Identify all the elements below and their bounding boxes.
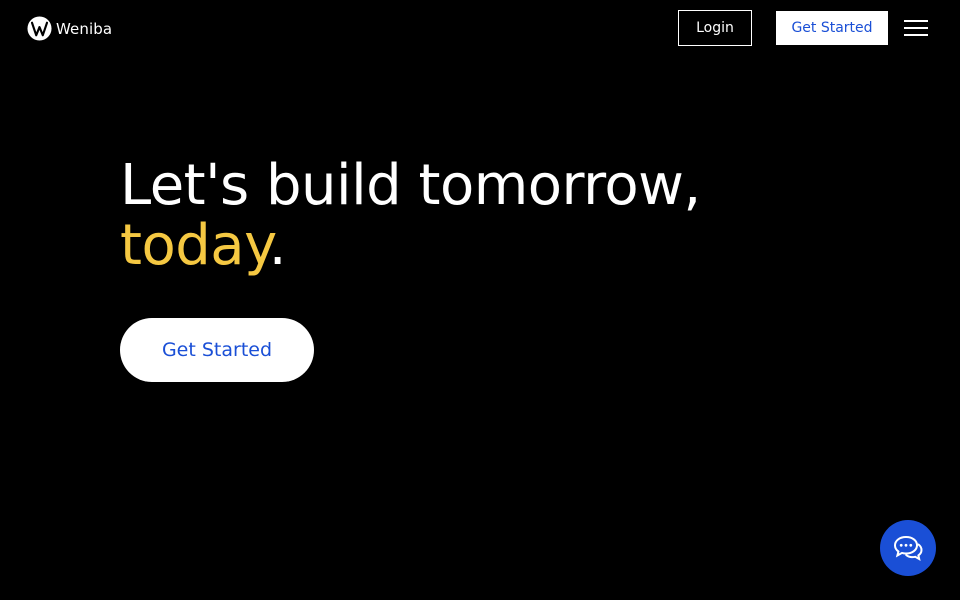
hero-title-accent: today: [120, 213, 269, 278]
hero-title-line1: Let's build tomorrow,: [120, 153, 701, 218]
hero-title-period: .: [268, 213, 287, 278]
landing-page: Weniba Login Get Started Let's build tom…: [0, 0, 960, 600]
chat-button[interactable]: [880, 520, 936, 576]
hero-title: Let's build tomorrow, today.: [120, 156, 880, 276]
hero-get-started-button[interactable]: Get Started: [120, 318, 314, 382]
chat-bubbles-icon: [893, 535, 923, 561]
hamburger-menu-icon[interactable]: [904, 19, 928, 37]
weniba-logo-icon: [27, 16, 52, 41]
login-button[interactable]: Login: [678, 10, 752, 46]
hero-section: Let's build tomorrow, today.: [120, 156, 880, 276]
menu-line: [904, 34, 928, 36]
brand-logo-link[interactable]: Weniba: [27, 16, 112, 41]
menu-line: [904, 27, 928, 29]
menu-line: [904, 20, 928, 22]
header-get-started-button[interactable]: Get Started: [776, 11, 888, 45]
hero-title-line2: today.: [120, 216, 880, 276]
site-header: Weniba Login Get Started: [0, 0, 960, 56]
brand-name: Weniba: [56, 19, 113, 38]
